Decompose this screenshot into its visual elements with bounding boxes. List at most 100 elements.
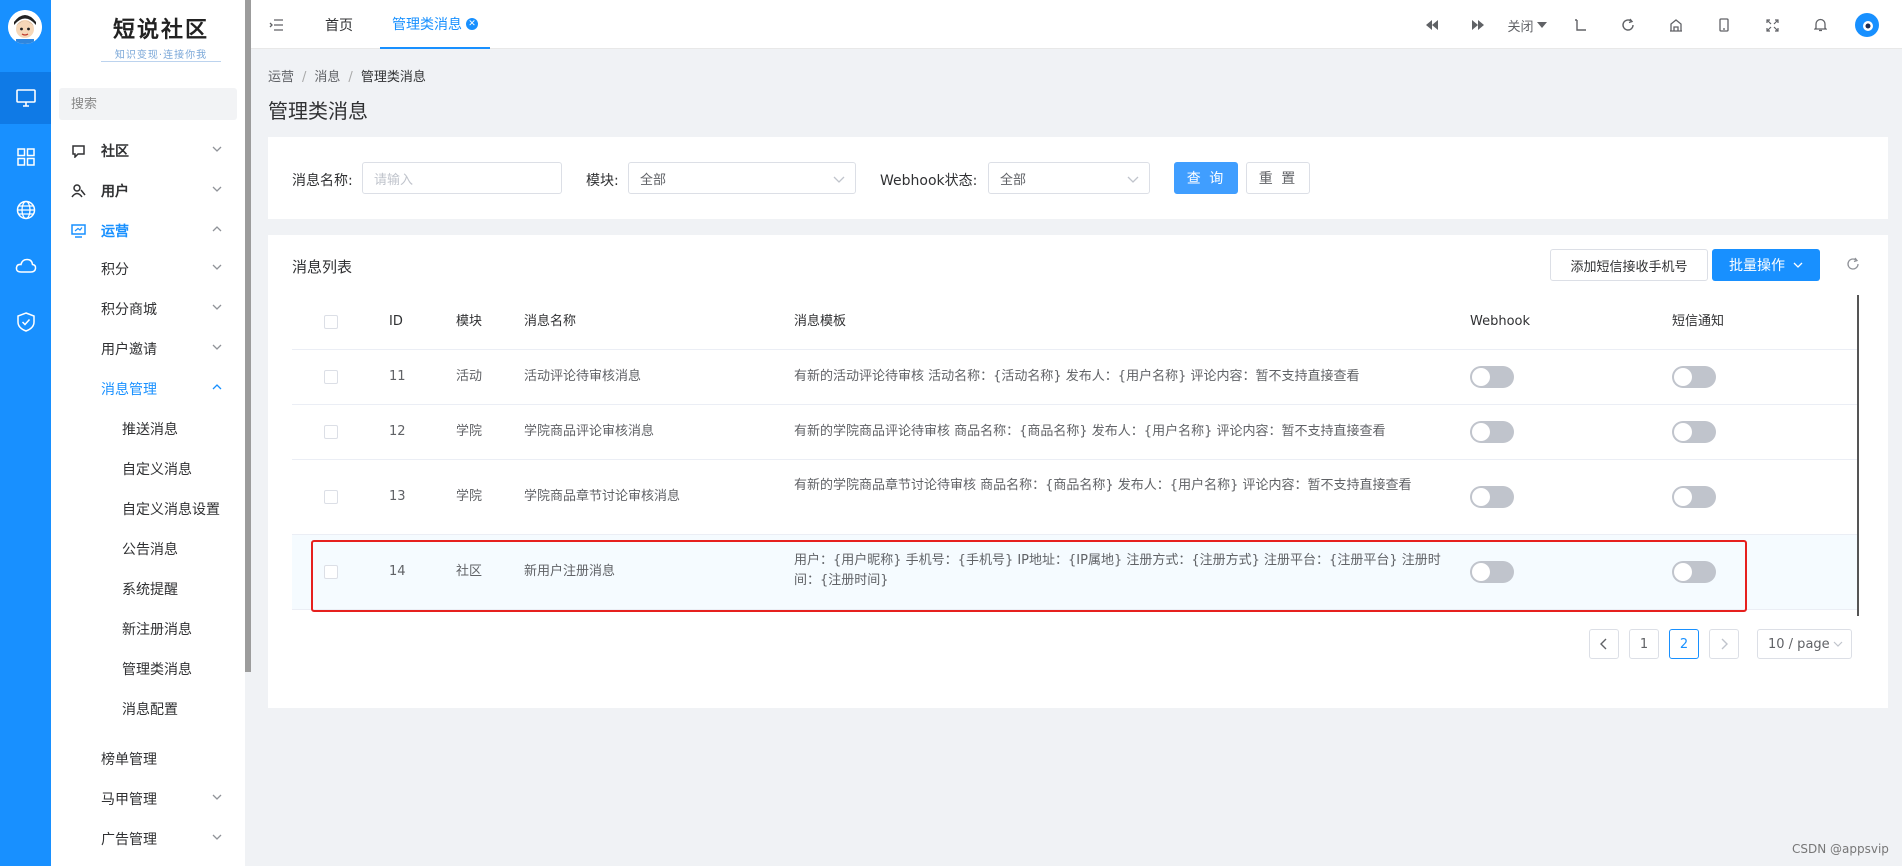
batch-operations-button[interactable]: 批量操作 [1712,249,1820,281]
globe-icon[interactable] [0,184,51,236]
brand-subtitle: 知识变现·连接你我 [101,46,221,62]
breadcrumb-item[interactable]: 消息 [314,70,340,85]
sidebar-item-system-reminder[interactable]: 系统提醒 [51,571,245,607]
tab-admin-message[interactable]: 管理类消息 ✕ [380,0,490,49]
sms-toggle[interactable] [1672,486,1716,508]
select-all-checkbox[interactable] [324,315,338,329]
chevron-down-icon [212,794,222,800]
webhook-toggle[interactable] [1470,561,1514,583]
table-scrollbar[interactable] [1857,295,1859,616]
sidebar-item-points[interactable]: 积分 [51,251,245,287]
sidebar-item-operations[interactable]: 运营 [51,213,245,249]
sidebar-item-vest[interactable]: 马甲管理 [51,781,245,817]
user-avatar[interactable] [8,10,42,44]
page-button[interactable]: 1 [1629,629,1659,659]
sms-toggle[interactable] [1672,366,1716,388]
cell-module: 活动 [456,369,483,384]
next-icon[interactable] [1467,14,1489,36]
sidebar-item-points-mall[interactable]: 积分商城 [51,291,245,327]
message-name-placeholder: 请输入 [374,172,414,188]
sidebar-item-ranking[interactable]: 榜单管理 [51,741,245,777]
cell-id: 13 [389,489,406,504]
sidebar-item-ads[interactable]: 广告管理 [51,821,245,857]
sidebar-item-admin-message[interactable]: 管理类消息 [51,651,245,687]
sidebar-item-label: 推送消息 [122,422,178,438]
home-icon[interactable] [1665,14,1687,36]
sidebar-item-label: 积分 [101,262,129,278]
close-icon[interactable]: ✕ [466,17,478,30]
webhook-toggle[interactable] [1470,366,1514,388]
cell-name: 新用户注册消息 [524,564,616,579]
webhook-toggle[interactable] [1470,421,1514,443]
message-name-input[interactable]: 请输入 [362,162,562,194]
breadcrumb: 运营 / 消息 / 管理类消息 [268,70,426,85]
prev-page-button[interactable] [1589,629,1619,659]
watermark: CSDN @appsvip [1792,842,1889,856]
chevron-right-icon [1721,638,1728,650]
prev-icon[interactable] [1421,14,1443,36]
sidebar-scrollbar[interactable] [245,0,251,672]
close-dropdown[interactable]: 关闭 [1503,14,1551,36]
sidebar: 短说社区 知识变现·连接你我 社区 用户 运营 积分 积分商城 用户邀请 消息管… [51,0,245,866]
sidebar-item-message-management[interactable]: 消息管理 [51,371,245,407]
sidebar-item-message-config[interactable]: 消息配置 [51,691,245,727]
chevron-down-icon [1833,641,1843,647]
page-button-current[interactable]: 2 [1669,629,1699,659]
sidebar-item-community[interactable]: 社区 [51,133,245,169]
chevron-down-icon [212,834,222,840]
row-checkbox[interactable] [324,425,338,439]
reset-button[interactable]: 重 置 [1246,162,1310,194]
mobile-icon[interactable] [1713,14,1735,36]
page-size-select[interactable]: 10 / page [1757,629,1852,659]
breadcrumb-item[interactable]: 运营 [268,70,294,85]
sidebar-item-custom-message-settings[interactable]: 自定义消息设置 [51,491,245,527]
next-page-button[interactable] [1709,629,1739,659]
sidebar-search-input[interactable] [71,96,241,112]
tab-home[interactable]: 首页 [325,0,353,49]
sidebar-item-label: 系统提醒 [122,582,178,598]
sms-toggle[interactable] [1672,561,1716,583]
add-sms-phone-button[interactable]: 添加短信接收手机号 [1550,249,1708,281]
sidebar-item-users[interactable]: 用户 [51,173,245,209]
chat-icon [72,145,85,158]
sidebar-item-user-invite[interactable]: 用户邀请 [51,331,245,367]
query-button[interactable]: 查 询 [1174,162,1238,194]
sidebar-search[interactable] [59,88,241,120]
cell-module: 学院 [456,424,483,439]
table-refresh-icon[interactable] [1846,257,1860,271]
row-checkbox[interactable] [324,565,338,579]
batch-label: 批量操作 [1729,258,1785,274]
topbar-avatar[interactable] [1855,13,1879,37]
cell-name: 学院商品评论审核消息 [524,424,655,439]
module-select[interactable]: 全部 [628,162,856,194]
row-checkbox[interactable] [324,490,338,504]
column-header: 消息模板 [794,314,847,329]
back-icon[interactable] [1569,14,1591,36]
menu-fold-icon[interactable] [265,14,287,36]
grid-icon[interactable] [0,131,51,183]
webhook-status-select[interactable]: 全部 [988,162,1150,194]
page-title: 管理类消息 [268,99,368,123]
row-checkbox[interactable] [324,370,338,384]
column-header: 模块 [456,314,483,329]
sidebar-item-label: 马甲管理 [101,792,157,808]
cloud-icon[interactable] [0,240,51,292]
refresh-icon[interactable] [1617,14,1639,36]
sms-toggle[interactable] [1672,421,1716,443]
fullscreen-icon[interactable] [1761,14,1783,36]
page-size-value: 10 / page [1768,636,1830,652]
table-row: 13 学院 学院商品章节讨论审核消息 有新的学院商品章节讨论待审核 商品名称：{… [292,460,1858,535]
sidebar-item-push-message[interactable]: 推送消息 [51,411,245,447]
sidebar-item-announcement[interactable]: 公告消息 [51,531,245,567]
desktop-icon[interactable] [0,72,51,124]
brand-logo: 短说社区 知识变现·连接你我 [101,12,221,62]
sidebar-item-label: 新注册消息 [122,622,192,638]
bell-icon[interactable] [1809,14,1831,36]
webhook-toggle[interactable] [1470,486,1514,508]
shield-icon[interactable] [0,296,51,348]
sidebar-item-custom-message[interactable]: 自定义消息 [51,451,245,487]
tab-label: 管理类消息 [392,16,462,33]
cell-template: 有新的活动评论待审核 活动名称：{活动名称} 发布人：{用户名称} 评论内容：暂… [794,369,1360,384]
sidebar-item-new-registration[interactable]: 新注册消息 [51,611,245,647]
tab-label: 首页 [325,17,353,34]
